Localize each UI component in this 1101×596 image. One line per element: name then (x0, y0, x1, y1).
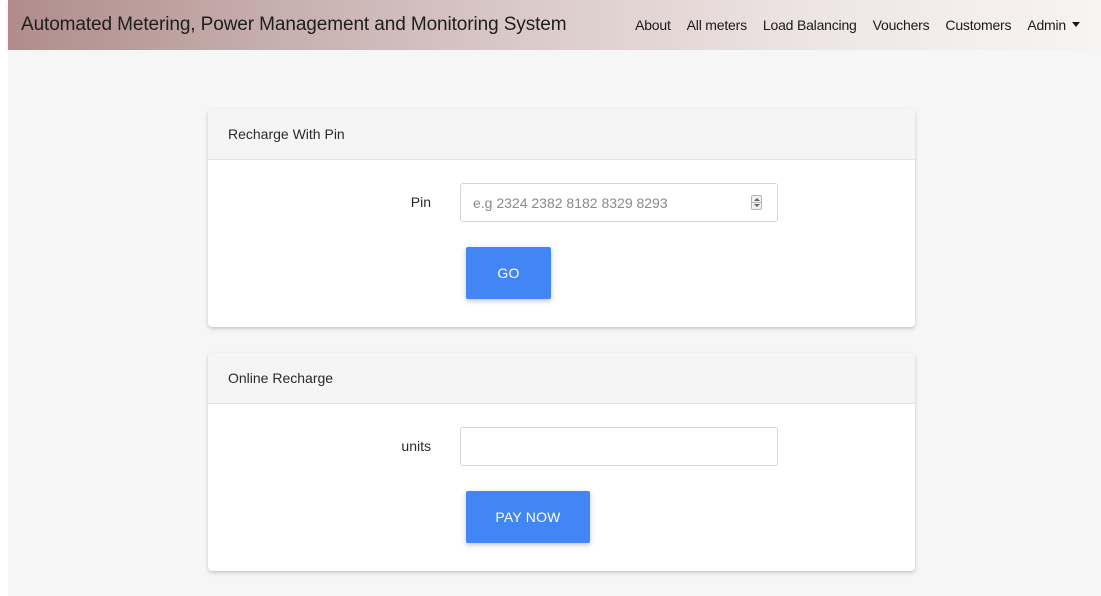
recharge-with-pin-card: Recharge With Pin Pin GO (208, 109, 915, 327)
page-left-margin (0, 0, 8, 596)
pin-input[interactable] (460, 183, 778, 222)
nav-link-all-meters[interactable]: All meters (679, 17, 755, 33)
top-navbar: Automated Metering, Power Management and… (8, 0, 1101, 50)
go-button[interactable]: GO (466, 247, 551, 299)
pay-now-button[interactable]: PAY NOW (466, 491, 590, 543)
nav-link-load-balancing[interactable]: Load Balancing (755, 17, 865, 33)
units-label: units (401, 438, 431, 454)
number-spinner-icon[interactable] (751, 195, 762, 210)
units-input[interactable] (460, 427, 778, 466)
pin-label: Pin (410, 194, 431, 210)
card-header: Online Recharge (208, 353, 915, 404)
units-form-row: units (208, 427, 915, 467)
pin-form-row: Pin (208, 183, 915, 223)
caret-down-icon (1072, 21, 1080, 27)
nav-link-about[interactable]: About (627, 17, 679, 33)
online-recharge-card: Online Recharge units PAY NOW (208, 353, 915, 571)
spinner-up-icon (754, 198, 760, 201)
nav-link-vouchers[interactable]: Vouchers (865, 17, 938, 33)
admin-dropdown[interactable]: Admin (1019, 17, 1088, 33)
spinner-down-icon (754, 204, 760, 207)
nav-links: About All meters Load Balancing Vouchers… (627, 0, 1088, 50)
card-header: Recharge With Pin (208, 109, 915, 160)
nav-link-customers[interactable]: Customers (937, 17, 1019, 33)
page: Automated Metering, Power Management and… (0, 0, 1101, 596)
app-brand-title[interactable]: Automated Metering, Power Management and… (21, 14, 567, 36)
admin-dropdown-label: Admin (1027, 17, 1066, 33)
spinner-divider (752, 202, 761, 203)
